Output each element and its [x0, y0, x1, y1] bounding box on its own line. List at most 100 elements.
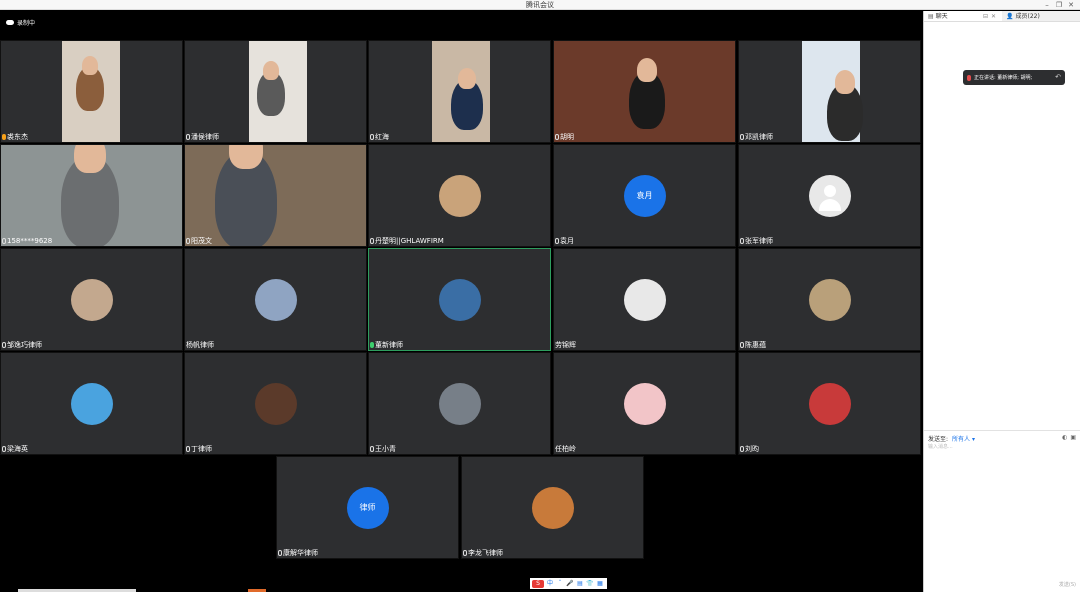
close-button[interactable]: ✕ [1066, 0, 1076, 10]
participant-name: 丁律师 [186, 445, 212, 453]
mic-icon [740, 342, 744, 348]
return-icon[interactable]: ↶ [1055, 73, 1061, 81]
avatar [438, 382, 481, 425]
participant-name: 158****9628 [2, 237, 52, 245]
mic-icon [186, 238, 190, 244]
participant-name: 阳茂文 [186, 237, 212, 245]
participant-name-label: 丁律师 [191, 445, 212, 453]
image-icon[interactable]: ▣ [1070, 434, 1076, 441]
chat-tools: ◐ ▣ [1062, 434, 1076, 441]
participant-tile[interactable]: 邹逸巧律师 [0, 248, 183, 351]
participant-tile[interactable]: 劳锦辉 [553, 248, 736, 351]
tab-chat[interactable]: ▤ 聊天 ⊟ ✕ [924, 11, 1002, 21]
participant-name: 任柏岭 [555, 445, 576, 453]
participant-name: 梁海英 [2, 445, 28, 453]
participant-tile[interactable]: 董新律师 [368, 248, 551, 351]
participant-name: 康解华律师 [278, 549, 318, 557]
participant-tile[interactable]: 任柏岭 [553, 352, 736, 455]
mic-icon [555, 238, 559, 244]
participant-name: 杨帆律师 [186, 341, 214, 349]
participant-name: 丹楚明||GHLAWFIRM [370, 237, 444, 245]
sidebar-tabs: ▤ 聊天 ⊟ ✕ 👤 成员(22) [924, 11, 1080, 22]
participant-tile[interactable]: 红海 [368, 40, 551, 143]
video-feed [802, 41, 863, 142]
participant-tile[interactable]: 杨帆律师 [184, 248, 367, 351]
send-button[interactable]: 发送(S) [1059, 581, 1076, 588]
participant-tile[interactable]: 张军律师 [738, 144, 921, 247]
mic-icon [740, 446, 744, 452]
window-title: 腾讯会议 [526, 1, 554, 9]
toolbox-icon[interactable]: ▦ [596, 580, 604, 588]
participant-tile[interactable]: 丁律师 [184, 352, 367, 455]
participant-name-label: 刘昀 [745, 445, 759, 453]
mic-icon [186, 134, 190, 140]
participant-tile[interactable]: 丹楚明||GHLAWFIRM [368, 144, 551, 247]
participant-name-label: 王小青 [375, 445, 396, 453]
participant-name: 劳锦辉 [555, 341, 576, 349]
send-to-label: 发送至: [928, 436, 949, 443]
participant-name: 李龙飞律师 [463, 549, 503, 557]
participant-name-label: 胡明 [560, 133, 574, 141]
participant-tile[interactable]: 梁海英 [0, 352, 183, 455]
speaking-notice: 正在讲话: 董新律师; 胡明; ↶ [963, 70, 1065, 85]
mic-icon [370, 134, 374, 140]
participant-name: 红海 [370, 133, 389, 141]
microphone-icon[interactable]: 🎤 [566, 580, 574, 588]
participant-tile[interactable]: 袁月 袁月 [553, 144, 736, 247]
participant-tile[interactable]: 陈惠蕴 [738, 248, 921, 351]
participant-name-label: 袁月 [560, 237, 574, 245]
mic-icon [2, 238, 6, 244]
restore-button[interactable]: ❐ [1054, 0, 1064, 10]
participant-tile[interactable]: 胡明 [553, 40, 736, 143]
avatar [808, 278, 851, 321]
members-icon: 👤 [1006, 12, 1014, 20]
participant-tile[interactable]: 刘昀 [738, 352, 921, 455]
participant-name-label: 任柏岭 [555, 445, 576, 453]
close-icon[interactable]: ✕ [991, 11, 996, 22]
mic-icon [2, 446, 6, 452]
mic-icon [2, 342, 6, 348]
mic-icon [967, 74, 971, 81]
participant-name: 裘东杰 [2, 133, 28, 141]
avatar [438, 174, 481, 217]
tab-members-label: 成员(22) [1015, 12, 1040, 20]
avatar-initials: 律师 [346, 486, 389, 529]
participant-tile[interactable]: 潘侯律师 [184, 40, 367, 143]
video-feed [185, 145, 366, 246]
skin-icon[interactable]: 👕 [586, 580, 594, 588]
mic-icon [740, 238, 744, 244]
mic-icon [555, 134, 559, 140]
participant-tile[interactable]: 158****9628 [0, 144, 183, 247]
participant-face [263, 61, 279, 80]
participant-name-label: 158****9628 [7, 237, 53, 245]
send-to-select[interactable]: 所有人 ▾ [952, 434, 975, 443]
language-icon[interactable]: 中 [546, 580, 554, 588]
participant-tile[interactable]: 阳茂文 [184, 144, 367, 247]
participant-face [73, 145, 107, 173]
participant-tile[interactable]: 律师康解华律师 [276, 456, 459, 559]
keyboard-icon[interactable]: ▤ [576, 580, 584, 588]
avatar [808, 382, 851, 425]
input-method-icon[interactable]: S [532, 579, 544, 588]
minimize-button[interactable]: – [1042, 0, 1052, 10]
participant-name: 刘昀 [740, 445, 759, 453]
avatar [70, 382, 113, 425]
participant-name-label: 陈惠蕴 [745, 341, 766, 349]
chat-input[interactable]: 输入消息... [928, 443, 953, 450]
popout-icon[interactable]: ⊟ [983, 11, 988, 22]
floating-toolbar: S 中 ˇ 🎤 ▤ 👕 ▦ [530, 578, 607, 589]
default-avatar-icon [808, 174, 851, 217]
emoji-icon[interactable]: ◐ [1062, 434, 1067, 441]
tab-members[interactable]: 👤 成员(22) [1002, 11, 1080, 21]
participant-name-label: 杨帆律师 [186, 341, 214, 349]
punctuation-icon[interactable]: ˇ [556, 580, 564, 588]
participant-tile[interactable]: 李龙飞律师 [461, 456, 644, 559]
participant-tile[interactable]: 王小青 [368, 352, 551, 455]
participant-tile[interactable]: 裘东杰 [0, 40, 183, 143]
avatar [254, 382, 297, 425]
participant-name-label: 李龙飞律师 [468, 549, 503, 557]
avatar [623, 382, 666, 425]
participant-tile[interactable]: 邓凯律师 [738, 40, 921, 143]
participant-name-label: 丹楚明||GHLAWFIRM [375, 237, 444, 245]
recording-label: 录制中 [17, 20, 36, 27]
